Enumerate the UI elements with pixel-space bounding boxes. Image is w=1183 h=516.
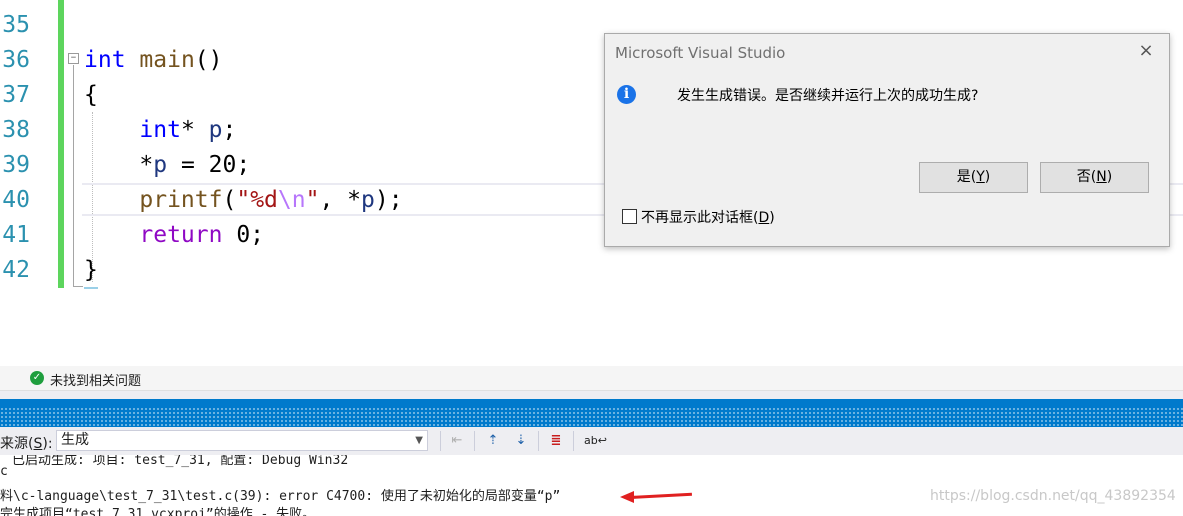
- function-token: main: [139, 47, 195, 73]
- yes-button-label-end: ): [984, 169, 991, 185]
- toolbar-separator: [440, 431, 441, 451]
- escape-token: \n: [277, 187, 306, 213]
- info-icon: i: [617, 85, 636, 104]
- status-text: 未找到相关问题: [50, 374, 142, 389]
- code-token: = 20;: [167, 152, 251, 178]
- word-wrap-icon[interactable]: ab↩: [584, 432, 607, 450]
- source-label-text: 来源(: [0, 436, 34, 452]
- no-button-accelerator: N: [1096, 169, 1107, 185]
- code-line-37: {: [84, 78, 98, 113]
- checkbox-accelerator: D: [758, 210, 770, 226]
- code-line-41: return 0;: [84, 218, 264, 253]
- line-number: 39: [2, 152, 30, 178]
- string-token: ": [305, 187, 320, 213]
- find-message-in-code-icon[interactable]: ⇤: [448, 432, 466, 450]
- yes-button[interactable]: 是(Y): [919, 162, 1028, 193]
- code-line-39: *p = 20;: [84, 148, 250, 183]
- code-line-40: printf("%d\n", *p);: [84, 183, 403, 218]
- source-dropdown[interactable]: 生成 ▼: [56, 430, 428, 451]
- previous-message-icon[interactable]: ⇡: [484, 432, 502, 450]
- panel-splitter[interactable]: [0, 391, 1183, 399]
- line-number: 36: [2, 47, 30, 73]
- checkbox-label: 不再显示此对话框(: [641, 210, 759, 226]
- error-list-status-bar: ✓ 未找到相关问题: [0, 366, 1183, 391]
- code-token: }: [84, 257, 98, 283]
- toolbar-separator: [573, 431, 574, 451]
- keyword-token: int: [84, 47, 126, 73]
- output-titlebar-band: [0, 399, 1183, 407]
- yes-button-label: 是(: [956, 169, 977, 185]
- collapse-outline-icon[interactable]: −: [68, 53, 79, 64]
- line-number: 35: [2, 12, 30, 38]
- brace-match-marker: [84, 287, 98, 289]
- output-text-area[interactable]: 已启动生成: 项目: test_7_31, 配置: Debug Win32 c …: [0, 455, 1183, 516]
- no-button[interactable]: 否(N): [1040, 162, 1149, 193]
- code-line-42: }: [84, 253, 98, 288]
- output-line: c: [0, 464, 8, 479]
- output-line: 已启动生成: 项目: test_7_31, 配置: Debug Win32: [12, 455, 349, 468]
- line-number: 41: [2, 222, 30, 248]
- code-token: , *: [319, 187, 361, 213]
- dont-show-again-checkbox[interactable]: 不再显示此对话框(D): [622, 207, 775, 227]
- variable-token: p: [361, 187, 375, 213]
- keyword-token: int: [139, 117, 181, 143]
- dialog-title: Microsoft Visual Studio: [615, 44, 786, 62]
- output-line: 完生成项目“test_7_31.vcxproj”的操作 - 失败。: [0, 507, 316, 516]
- source-dropdown-value: 生成: [61, 432, 89, 448]
- toolbar-separator: [538, 431, 539, 451]
- line-number: 38: [2, 117, 30, 143]
- code-line-36: int main(): [84, 43, 223, 78]
- annotation-arrow-icon: [620, 491, 634, 503]
- close-icon[interactable]: ×: [1135, 40, 1157, 62]
- toolbar-separator: [474, 431, 475, 451]
- code-token: (): [194, 47, 223, 73]
- outline-guide: [73, 65, 74, 287]
- line-number: 42: [2, 257, 30, 283]
- watermark: https://blog.csdn.net/qq_43892354: [930, 488, 1176, 504]
- function-token: printf: [139, 187, 223, 213]
- code-token: (: [222, 187, 237, 213]
- next-message-icon[interactable]: ⇣: [512, 432, 530, 450]
- source-label-end: ):: [42, 436, 53, 452]
- no-button-label-end: ): [1106, 169, 1113, 185]
- outline-guide-end: [73, 286, 83, 287]
- line-number: 40: [2, 187, 30, 213]
- code-token: *: [180, 117, 209, 143]
- line-number: 37: [2, 82, 30, 108]
- dialog-message: 发生生成错误。是否继续并运行上次的成功生成?: [677, 88, 979, 104]
- code-line-38: int* p;: [84, 113, 236, 148]
- output-line-error: 料\c-language\test_7_31\test.c(39): error…: [0, 489, 561, 504]
- check-circle-icon: ✓: [30, 371, 44, 385]
- string-token: "%d: [236, 187, 278, 213]
- code-token: ;: [222, 117, 237, 143]
- code-token: {: [84, 82, 98, 108]
- no-button-label: 否(: [1076, 169, 1097, 185]
- checkbox-label-end: ): [769, 210, 775, 226]
- checkbox-box[interactable]: [622, 209, 637, 224]
- clear-all-icon[interactable]: ≣: [547, 432, 565, 450]
- keyword-token: return: [139, 222, 223, 248]
- code-token: 0;: [222, 222, 265, 248]
- yes-button-accelerator: Y: [976, 169, 985, 185]
- source-label: 来源(S):: [0, 433, 53, 453]
- code-token: *: [139, 152, 154, 178]
- code-token: );: [374, 187, 403, 213]
- variable-token: p: [153, 152, 168, 178]
- chevron-down-icon: ▼: [415, 435, 423, 446]
- output-toolbar: 来源(S): 生成 ▼ ⇤ ⇡ ⇣ ≣ ab↩: [0, 427, 1183, 455]
- variable-token: p: [208, 117, 223, 143]
- build-error-dialog: Microsoft Visual Studio × i 发生生成错误。是否继续并…: [604, 33, 1170, 247]
- change-tracking-bar: [58, 0, 64, 288]
